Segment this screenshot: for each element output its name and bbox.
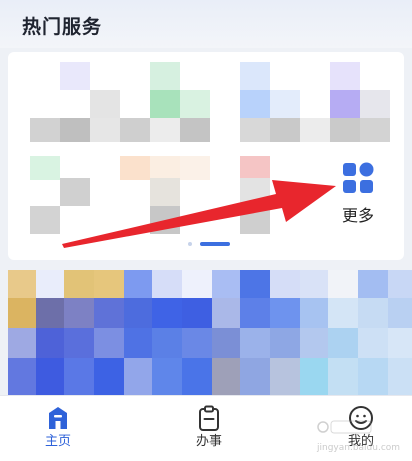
watermark: jingyan.baidu.com [315,417,410,457]
tab-home[interactable]: 主页 [8,396,108,456]
tab-home-label: 主页 [44,434,71,449]
tab-services-label: 办事 [195,434,222,449]
watermark-text: jingyan.baidu.com [317,443,401,453]
blurred-banner [8,270,412,395]
home-icon [49,407,67,429]
baidu-experience-logo [317,420,372,434]
tab-services[interactable]: 办事 [159,396,259,456]
clipboard-icon [199,405,219,431]
